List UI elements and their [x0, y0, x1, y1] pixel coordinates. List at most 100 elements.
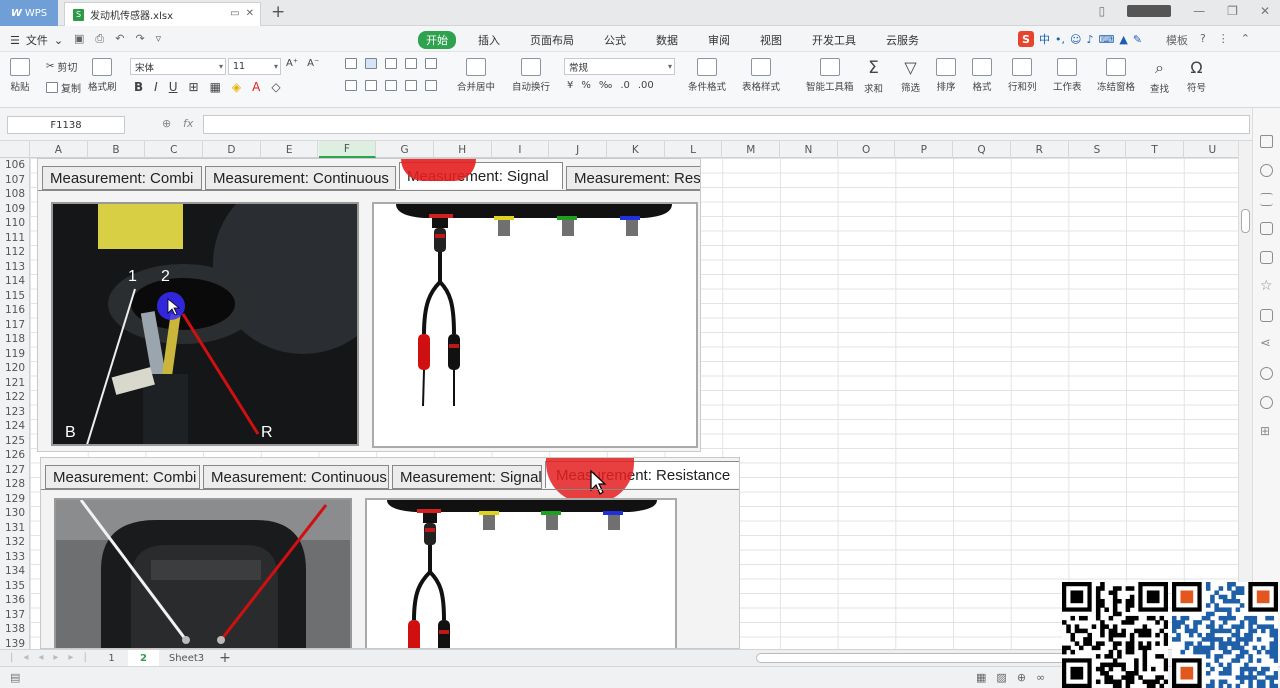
row-header-cell[interactable]: 129	[0, 492, 30, 507]
row-header-cell[interactable]: 138	[0, 622, 30, 637]
sheet-tab-2[interactable]: 2	[128, 650, 159, 666]
vertical-scroll-thumb[interactable]	[1241, 209, 1250, 233]
column-header-cell[interactable]: I	[492, 141, 550, 158]
filter-button[interactable]: ▽ 筛选	[901, 58, 920, 94]
close-tab-icon[interactable]: ✕	[246, 8, 254, 19]
row-header-cell[interactable]: 118	[0, 332, 30, 347]
number-format-select[interactable]: 常规	[564, 58, 675, 75]
mic-icon[interactable]: ♪	[1086, 33, 1093, 46]
help-circle-icon[interactable]	[1260, 396, 1273, 409]
row-header-cell[interactable]: 133	[0, 550, 30, 565]
format-painter-button[interactable]: 格式刷	[88, 58, 117, 93]
apps-icon[interactable]: ⊞	[1260, 425, 1273, 438]
tab-home[interactable]: 开始	[418, 31, 456, 49]
justify-icon[interactable]	[405, 80, 417, 91]
column-header-cell[interactable]: J	[549, 141, 607, 158]
file-menu[interactable]: ☰ 文件 ⌄	[10, 32, 63, 48]
shirt-icon[interactable]: ▲	[1119, 33, 1127, 46]
row-header-cell[interactable]: 122	[0, 390, 30, 405]
sheet-nav-icons[interactable]: |◂◂▸▸|	[10, 652, 97, 663]
shape-icon[interactable]	[1260, 164, 1273, 177]
row-header-cell[interactable]: 134	[0, 564, 30, 579]
align-left-icon[interactable]	[345, 80, 357, 91]
row-header-cell[interactable]: 136	[0, 593, 30, 608]
row-header-cell[interactable]: 112	[0, 245, 30, 260]
row-header-cell[interactable]: 111	[0, 231, 30, 246]
keyboard-icon[interactable]: ⌨	[1099, 33, 1115, 46]
fill-color-icon[interactable]: ◈	[232, 80, 241, 94]
select-icon[interactable]	[1260, 135, 1273, 148]
smart-toolbox-button[interactable]: 智能工具箱	[806, 58, 854, 93]
column-header-cell[interactable]: Q	[953, 141, 1011, 158]
row-header-cell[interactable]: 125	[0, 434, 30, 449]
add-sheet-button[interactable]: +	[216, 650, 234, 666]
row-header-cell[interactable]: 106	[0, 158, 30, 173]
row-header-cell[interactable]: 108	[0, 187, 30, 202]
name-box[interactable]: F1138	[7, 116, 125, 134]
tab-formulas[interactable]: 公式	[596, 31, 634, 49]
ime-lang[interactable]: 中	[1039, 31, 1050, 47]
row-header-cell[interactable]: 107	[0, 173, 30, 188]
tab-review[interactable]: 审阅	[700, 31, 738, 49]
column-header-cell[interactable]: O	[838, 141, 896, 158]
row-header-cell[interactable]: 132	[0, 535, 30, 550]
row-header-cell[interactable]: 123	[0, 405, 30, 420]
print-icon[interactable]: ⎙	[95, 32, 104, 46]
column-header-cell[interactable]: G	[376, 141, 434, 158]
sort-button[interactable]: 排序	[936, 58, 956, 93]
embedded-picture-resistance[interactable]: Measurement: Combi Measurement: Continuo…	[40, 457, 740, 649]
template-label[interactable]: 模板	[1166, 32, 1188, 48]
column-header-cell[interactable]: N	[780, 141, 838, 158]
sum-button[interactable]: Σ 求和	[864, 58, 883, 95]
sheet-tab-1[interactable]: 1	[95, 650, 128, 666]
column-header-cell[interactable]: E	[261, 141, 319, 158]
font-color-icon[interactable]: A	[252, 80, 260, 94]
column-header-cell[interactable]: U	[1184, 141, 1238, 158]
page-layout-view-icon[interactable]: ▨	[996, 671, 1006, 684]
row-header-cell[interactable]: 114	[0, 274, 30, 289]
thousands-icon[interactable]: ‰	[599, 80, 612, 91]
row-header-cell[interactable]: 120	[0, 361, 30, 376]
column-header-cell[interactable]: R	[1011, 141, 1069, 158]
indent-decrease-icon[interactable]	[405, 58, 417, 69]
row-header-cell[interactable]: 130	[0, 506, 30, 521]
star-icon[interactable]: ☆	[1260, 279, 1273, 293]
tools-icon[interactable]: ✎	[1133, 33, 1142, 46]
find-button[interactable]: ⌕ 查找	[1150, 58, 1169, 95]
italic-button[interactable]: I	[154, 80, 158, 94]
column-header-cell[interactable]: B	[88, 141, 146, 158]
document-tab[interactable]: S 发动机传感器.xlsx ▭ ✕	[64, 2, 261, 26]
tab-data[interactable]: 数据	[648, 31, 686, 49]
customize-icon[interactable]: ▿	[156, 32, 162, 46]
indent-increase-icon[interactable]	[425, 58, 437, 69]
row-header-cell[interactable]: 119	[0, 347, 30, 362]
conditional-format-button[interactable]: 条件格式	[688, 58, 726, 93]
horizontal-scrollbar[interactable]	[756, 653, 1066, 663]
distributed-icon[interactable]	[425, 80, 437, 91]
column-header-cell[interactable]: K	[607, 141, 665, 158]
ime-punct[interactable]: •,	[1055, 33, 1065, 46]
archive-icon[interactable]	[1260, 309, 1273, 322]
column-header-cell[interactable]: C	[145, 141, 204, 158]
row-header-cell[interactable]: 127	[0, 463, 30, 478]
column-header-cell[interactable]: L	[665, 141, 723, 158]
font-grow-icon[interactable]: A⁺	[286, 58, 298, 69]
row-header-cell[interactable]: 109	[0, 202, 30, 217]
font-size-select[interactable]: 11	[228, 58, 281, 75]
normal-view-icon[interactable]: ▦	[976, 671, 986, 684]
user-account[interactable]	[1127, 5, 1172, 17]
backup-icon[interactable]	[1260, 251, 1273, 264]
sheet-tab-3[interactable]: Sheet3	[159, 650, 214, 666]
tab-insert[interactable]: 插入	[470, 31, 508, 49]
table-style-button[interactable]: 表格样式	[742, 58, 780, 93]
more-icon[interactable]: ⋮	[1218, 32, 1229, 48]
macro-icon[interactable]: ▤	[10, 671, 20, 684]
page-break-view-icon[interactable]: ⊕	[1017, 671, 1026, 684]
row-header-cell[interactable]: 121	[0, 376, 30, 391]
vertical-scrollbar[interactable]	[1238, 141, 1252, 649]
percent-button[interactable]: %	[581, 80, 591, 91]
auto-wrap-button[interactable]: 自动换行	[512, 58, 550, 93]
column-header-cell[interactable]: S	[1069, 141, 1127, 158]
collapse-ribbon-icon[interactable]: ⌃	[1241, 32, 1250, 48]
fx-icon[interactable]: fx	[183, 117, 193, 130]
